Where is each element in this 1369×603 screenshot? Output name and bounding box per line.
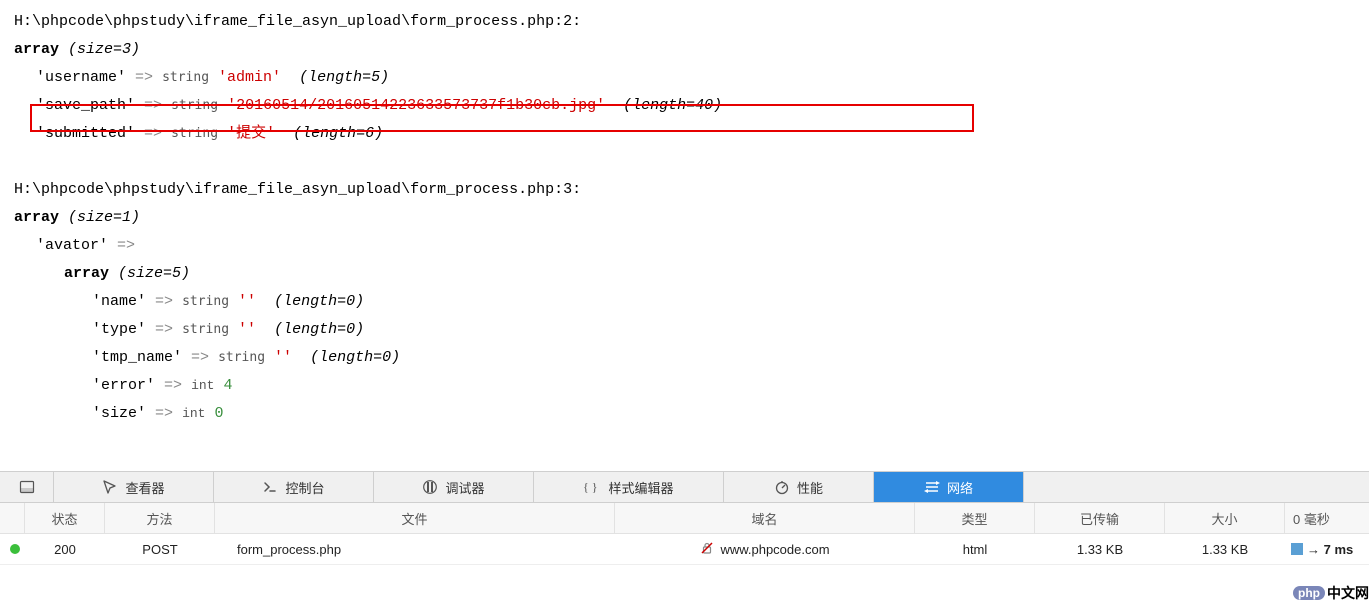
insecure-icon [700,541,714,558]
dump-row-username: 'username' => string 'admin' (length=5) [14,64,1369,92]
cell-domain: www.phpcode.com [615,534,915,564]
dump-row-name: 'name' => string '' (length=0) [14,288,1369,316]
file-path-2: H:\phpcode\phpstudy\iframe_file_asyn_upl… [14,176,1369,204]
col-file[interactable]: 文件 [215,503,615,533]
col-status[interactable]: 状态 [25,503,105,533]
tab-label: 调试器 [445,478,484,497]
debugger-icon [422,479,438,495]
dump-row-tmp-name: 'tmp_name' => string '' (length=0) [14,344,1369,372]
network-icon [924,479,940,495]
page-content: H:\phpcode\phpstudy\iframe_file_asyn_upl… [0,0,1369,428]
col-timeline[interactable]: 0 毫秒 [1285,503,1369,533]
tab-network[interactable]: 网络 [874,472,1024,502]
dump-row-avator: 'avator' => [14,232,1369,260]
tab-label: 控制台 [285,478,324,497]
array-header-1: array (size=3) [14,36,1369,64]
dump-row-submitted: 'submitted' => string '提交' (length=6) [14,120,1369,148]
cell-size: 1.33 KB [1165,534,1285,564]
devtools-toggle-button[interactable] [0,472,54,502]
dump-row-type: 'type' => string '' (length=0) [14,316,1369,344]
cell-transferred: 1.33 KB [1035,534,1165,564]
tab-console[interactable]: 控制台 [214,472,374,502]
network-request-row[interactable]: 200 POST form_process.php www.phpcode.co… [0,534,1369,565]
perf-icon [774,479,790,495]
php-badge-icon: php [1293,586,1325,600]
devtools-tabbar: 查看器 控制台 调试器 { } 样式编辑器 性能 网络 [0,471,1369,503]
watermark-text: 中文网 [1327,583,1369,603]
timeline-bar-icon [1291,543,1303,555]
tab-label: 性能 [797,478,823,497]
console-icon [262,479,278,495]
tab-label: 网络 [947,478,973,497]
file-path-1: H:\phpcode\phpstudy\iframe_file_asyn_upl… [14,8,1369,36]
col-type[interactable]: 类型 [915,503,1035,533]
tab-inspector[interactable]: 查看器 [54,472,214,502]
dump-row-save-path: 'save_path' => string '20160514/20160514… [14,92,1369,120]
tab-style-editor[interactable]: { } 样式编辑器 [534,472,724,502]
cell-method: POST [105,534,215,564]
col-transferred[interactable]: 已传输 [1035,503,1165,533]
col-size[interactable]: 大小 [1165,503,1285,533]
col-domain[interactable]: 域名 [615,503,915,533]
col-method[interactable]: 方法 [105,503,215,533]
tab-performance[interactable]: 性能 [724,472,874,502]
array-header-2: array (size=1) [14,204,1369,232]
cell-timeline: → 7 ms [1285,534,1369,564]
tab-debugger[interactable]: 调试器 [374,472,534,502]
style-icon: { } [583,479,601,495]
cell-status: 200 [25,534,105,564]
status-dot-icon [10,544,20,554]
tab-label: 样式编辑器 [608,478,673,497]
network-table-header: 状态 方法 文件 域名 类型 已传输 大小 0 毫秒 [0,503,1369,534]
dump-row-error: 'error' => int 4 [14,372,1369,400]
cell-file: form_process.php [215,534,615,564]
watermark: php 中文网 [1293,583,1369,603]
dock-icon [19,479,35,495]
inner-array-header: array (size=5) [14,260,1369,288]
inspector-icon [102,479,118,495]
dump-row-size: 'size' => int 0 [14,400,1369,428]
tab-label: 查看器 [125,478,164,497]
svg-text:{ }: { } [583,480,598,494]
cell-type: html [915,534,1035,564]
